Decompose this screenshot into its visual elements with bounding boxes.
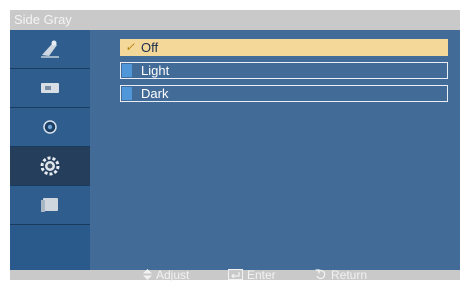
- up-down-arrow-icon: [143, 269, 152, 280]
- return-icon: [315, 269, 327, 280]
- multi-control-icon: [40, 196, 60, 214]
- option-marker-icon: [122, 87, 132, 100]
- enter-hint: Enter: [228, 267, 276, 282]
- setup-icon: [42, 119, 58, 135]
- return-label: Return: [331, 267, 368, 282]
- sidebar-item-setup[interactable]: [10, 108, 90, 147]
- option-panel: ✓ Off Light Dark: [90, 30, 460, 270]
- menu-title: Side Gray: [10, 10, 460, 30]
- option-off-label: Off: [141, 40, 159, 55]
- footer-hint-bar: Adjust Enter Return: [10, 267, 460, 282]
- enter-icon: [228, 269, 243, 280]
- adjust-hint: Adjust: [143, 267, 190, 282]
- picture-icon: [39, 39, 61, 59]
- option-marker-icon: [122, 64, 132, 77]
- return-hint: Return: [315, 267, 368, 282]
- option-dark-label: Dark: [141, 86, 169, 101]
- option-dark[interactable]: Dark: [120, 85, 448, 102]
- category-sidebar: [10, 30, 90, 270]
- option-off[interactable]: ✓ Off: [120, 39, 448, 56]
- sidebar-item-multi-control[interactable]: [10, 186, 90, 225]
- check-icon: ✓: [125, 40, 136, 54]
- sidebar-item-settings[interactable]: [10, 147, 90, 186]
- sound-icon: [40, 80, 60, 96]
- option-light-label: Light: [141, 63, 170, 78]
- sidebar-item-picture[interactable]: [10, 30, 90, 69]
- gear-icon: [39, 155, 61, 177]
- option-light[interactable]: Light: [120, 62, 448, 79]
- adjust-label: Adjust: [156, 267, 190, 282]
- osd-menu: Side Gray ✓ Off Light Dark Adjust Enter …: [10, 10, 460, 282]
- enter-label: Enter: [247, 267, 276, 282]
- sidebar-item-sound[interactable]: [10, 69, 90, 108]
